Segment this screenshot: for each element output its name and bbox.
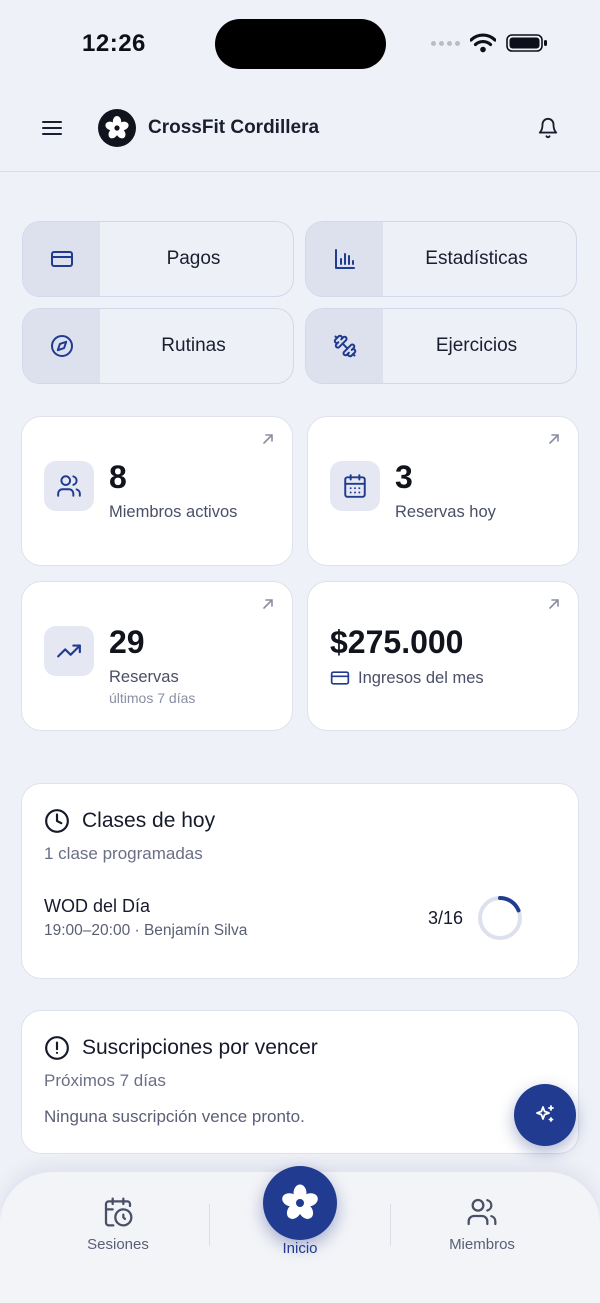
stat-value: $275.000	[330, 624, 464, 660]
stat-label: Reservas	[109, 668, 179, 686]
quick-action-label: Ejercicios	[435, 335, 518, 356]
flower-logo-icon	[282, 1184, 318, 1219]
brand-name: CrossFit Cordillera	[148, 117, 320, 138]
arrow-up-right-icon	[263, 599, 273, 609]
app-header: CrossFit Cordillera	[0, 88, 600, 172]
occupancy-ring	[478, 896, 522, 940]
calendar-clock-icon	[104, 1197, 133, 1227]
credit-card-icon	[330, 671, 350, 685]
stat-label-row: Ingresos del mes	[330, 668, 484, 688]
section-title: Suscripciones por vencer	[44, 1035, 318, 1061]
hamburger-icon	[42, 121, 62, 135]
bar-chart-icon	[306, 222, 383, 296]
brand: CrossFit Cordillera	[98, 109, 319, 147]
battery-icon	[506, 34, 547, 52]
stat-value: 8	[109, 459, 127, 495]
status-indicators	[431, 33, 548, 53]
stat-sublabel: últimos 7 días	[109, 690, 196, 706]
arrow-up-right-icon	[549, 434, 559, 444]
quick-action-pagos[interactable]: Pagos	[22, 221, 294, 297]
flower-logo-icon	[98, 109, 136, 147]
stat-card-members[interactable]: 8 Miembros activos	[21, 416, 293, 566]
quick-action-label: Estadísticas	[425, 248, 528, 269]
stat-label: Miembros activos	[109, 503, 238, 521]
status-bar: 12:26	[0, 0, 600, 88]
sparkles-icon	[536, 1105, 554, 1122]
tab-miembros[interactable]: Miembros	[412, 1196, 552, 1253]
alert-circle-icon	[45, 1036, 69, 1060]
class-row[interactable]: WOD del Día 19:00–20:00 · Benjamín Silva…	[44, 894, 558, 954]
quick-action-label: Pagos	[166, 248, 221, 269]
quick-action-estadisticas[interactable]: Estadísticas	[305, 221, 577, 297]
clock-icon	[45, 809, 69, 833]
quick-action-rutinas[interactable]: Rutinas	[22, 308, 294, 384]
calendar-icon	[330, 461, 380, 511]
stat-card-bookings-week[interactable]: 29 Reservas últimos 7 días	[21, 581, 293, 731]
class-name: WOD del Día	[44, 896, 151, 916]
subscriptions-subtitle: Próximos 7 días	[44, 1071, 166, 1090]
ai-assistant-button[interactable]	[514, 1084, 576, 1146]
dumbbell-icon	[306, 309, 383, 383]
stat-label: Reservas hoy	[395, 503, 496, 521]
wifi-icon	[470, 33, 496, 53]
tab-label: Miembros	[449, 1236, 515, 1253]
section-title: Clases de hoy	[44, 808, 215, 834]
classes-today-card: Clases de hoy 1 clase programadas WOD de…	[21, 783, 579, 979]
stat-card-bookings-today[interactable]: 3 Reservas hoy	[307, 416, 579, 566]
stat-card-revenue[interactable]: $275.000 Ingresos del mes	[307, 581, 579, 731]
class-occupancy: 3/16	[428, 908, 464, 928]
credit-card-icon	[23, 222, 100, 296]
stat-label: Ingresos del mes	[358, 668, 484, 687]
subscriptions-title: Suscripciones por vencer	[82, 1036, 318, 1059]
tab-divider	[390, 1204, 391, 1246]
stat-value: 3	[395, 459, 413, 495]
trending-up-icon	[44, 626, 94, 676]
notifications-button[interactable]	[534, 114, 562, 142]
subscriptions-empty-message: Ninguna suscripción vence pronto.	[44, 1107, 305, 1126]
bell-icon	[538, 118, 558, 139]
bottom-tab-bar: Sesiones Inicio Miembros	[0, 1166, 600, 1303]
classes-subtitle: 1 clase programadas	[44, 844, 203, 863]
users-icon	[44, 461, 94, 511]
signal-icon	[431, 40, 460, 46]
users-icon	[467, 1198, 497, 1226]
tab-divider	[209, 1204, 210, 1246]
status-time: 12:26	[82, 30, 146, 57]
tab-label: Sesiones	[87, 1236, 149, 1253]
stat-value: 29	[109, 624, 145, 660]
arrow-up-right-icon	[263, 434, 273, 444]
arrow-up-right-icon	[549, 599, 559, 609]
class-detail: 19:00–20:00 · Benjamín Silva	[44, 922, 248, 939]
menu-button[interactable]	[38, 114, 66, 142]
compass-icon	[23, 309, 100, 383]
tab-label-active[interactable]: Inicio	[230, 1240, 370, 1257]
expiring-subscriptions-card: Suscripciones por vencer Próximos 7 días…	[21, 1010, 579, 1154]
dynamic-island	[215, 19, 386, 69]
quick-action-ejercicios[interactable]: Ejercicios	[305, 308, 577, 384]
tab-sesiones[interactable]: Sesiones	[48, 1196, 188, 1253]
tab-inicio[interactable]	[263, 1166, 337, 1240]
quick-action-label: Rutinas	[161, 335, 226, 356]
classes-title: Clases de hoy	[82, 809, 216, 832]
